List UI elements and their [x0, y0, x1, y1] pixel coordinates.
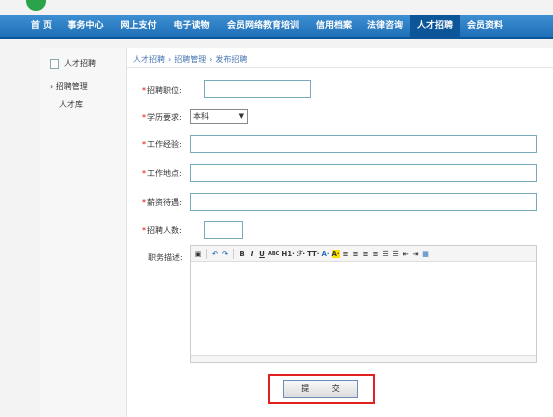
- location-input[interactable]: [190, 164, 537, 182]
- table-icon[interactable]: ▦: [422, 250, 430, 258]
- editor-resize-handle[interactable]: [191, 355, 536, 362]
- required-mark: *: [142, 169, 146, 178]
- nav-item-member-info[interactable]: 会员资料: [460, 15, 510, 37]
- nav-item-recruitment[interactable]: 人才招聘: [410, 15, 460, 37]
- experience-input[interactable]: [190, 135, 537, 153]
- breadcrumb-separator: ›: [168, 55, 172, 64]
- position-input[interactable]: [204, 80, 311, 98]
- indent-icon[interactable]: ⇥: [412, 250, 420, 258]
- sidebar-header: 人才招聘: [50, 58, 96, 69]
- sidebar: 人才招聘 › 招聘管理 人才库: [40, 48, 127, 417]
- align-left-icon[interactable]: ≡: [342, 250, 350, 258]
- nav-item-payment[interactable]: 网上支付: [112, 15, 165, 37]
- breadcrumb-separator: ›: [209, 55, 213, 64]
- bold-icon[interactable]: B: [238, 250, 246, 258]
- editor-toolbar: ▣ ↶ ↷ B I U ABC H1· ℱ· TT· A· A· ≡ ≡ ≡ ≡…: [191, 246, 536, 262]
- ordered-list-icon[interactable]: ☰: [382, 250, 390, 258]
- divider: [127, 67, 553, 68]
- required-mark: *: [142, 226, 146, 235]
- breadcrumb: 人才招聘 › 招聘管理 › 发布招聘: [133, 54, 247, 65]
- breadcrumb-item-recruitment[interactable]: 人才招聘: [133, 55, 165, 64]
- experience-label: *工作经验:: [142, 140, 182, 149]
- dropdown-arrow-icon: ▼: [238, 112, 244, 120]
- sidebar-item-talent-pool[interactable]: 人才库: [59, 99, 83, 110]
- align-center-icon[interactable]: ≡: [352, 250, 360, 258]
- education-label: *学历要求:: [142, 113, 182, 122]
- description-editor[interactable]: ▣ ↶ ↷ B I U ABC H1· ℱ· TT· A· A· ≡ ≡ ≡ ≡…: [190, 245, 537, 363]
- required-mark: *: [142, 198, 146, 207]
- nav-item-home[interactable]: 首 页: [24, 15, 59, 37]
- toolbar-separator: [233, 248, 234, 259]
- highlight-color-icon[interactable]: A·: [331, 249, 340, 258]
- site-logo: [26, 0, 46, 11]
- main-content: 人才招聘 › 招聘管理 › 发布招聘 *招聘职位: *学历要求: 本科 ▼ *工作经验: …: [127, 48, 553, 417]
- align-right-icon[interactable]: ≡: [362, 250, 370, 258]
- nav-item-credit[interactable]: 信用档案: [308, 15, 360, 37]
- headcount-input[interactable]: [204, 221, 243, 239]
- font-color-icon[interactable]: A·: [321, 250, 329, 258]
- nav-item-legal[interactable]: 法律咨询: [360, 15, 410, 37]
- main-nav: 首 页 事务中心 网上支付 电子读物 会员网络教育培训 信用档案 法律咨询 人才…: [0, 15, 553, 39]
- submit-button[interactable]: 提 交: [283, 380, 358, 398]
- description-label: 职务描述:: [148, 253, 183, 262]
- salary-input[interactable]: [190, 193, 537, 211]
- outdent-icon[interactable]: ⇤: [402, 250, 410, 258]
- breadcrumb-item-manage[interactable]: 招聘管理: [174, 55, 206, 64]
- salary-label: *薪资待遇:: [142, 198, 182, 207]
- education-select[interactable]: 本科 ▼: [190, 109, 248, 124]
- nav-item-affairs[interactable]: 事务中心: [59, 15, 112, 37]
- document-icon: [50, 58, 59, 69]
- top-header: [0, 0, 553, 15]
- redo-icon[interactable]: ↷: [221, 250, 229, 258]
- location-label: *工作地点:: [142, 169, 182, 178]
- nav-item-training[interactable]: 会员网络教育培训: [218, 15, 308, 37]
- nav-item-ebooks[interactable]: 电子读物: [165, 15, 218, 37]
- unordered-list-icon[interactable]: ☰: [392, 250, 400, 258]
- sidebar-title: 人才招聘: [64, 59, 96, 68]
- strikethrough-icon[interactable]: ABC: [268, 251, 279, 257]
- required-mark: *: [142, 140, 146, 149]
- position-label: *招聘职位:: [142, 86, 182, 95]
- required-mark: *: [142, 86, 146, 95]
- toolbar-separator: [206, 248, 207, 259]
- heading-icon[interactable]: H1·: [281, 250, 294, 258]
- source-icon[interactable]: ▣: [194, 250, 202, 258]
- headcount-label: *招聘人数:: [142, 226, 182, 235]
- sidebar-item-recruitment-manage[interactable]: › 招聘管理: [50, 81, 88, 92]
- undo-icon[interactable]: ↶: [211, 250, 219, 258]
- breadcrumb-item-publish: 发布招聘: [215, 55, 248, 64]
- font-family-icon[interactable]: ℱ·: [297, 250, 305, 258]
- required-mark: *: [142, 113, 146, 122]
- align-justify-icon[interactable]: ≡: [372, 250, 380, 258]
- underline-icon[interactable]: U: [258, 250, 266, 258]
- font-size-icon[interactable]: TT·: [307, 250, 319, 258]
- italic-icon[interactable]: I: [248, 250, 256, 258]
